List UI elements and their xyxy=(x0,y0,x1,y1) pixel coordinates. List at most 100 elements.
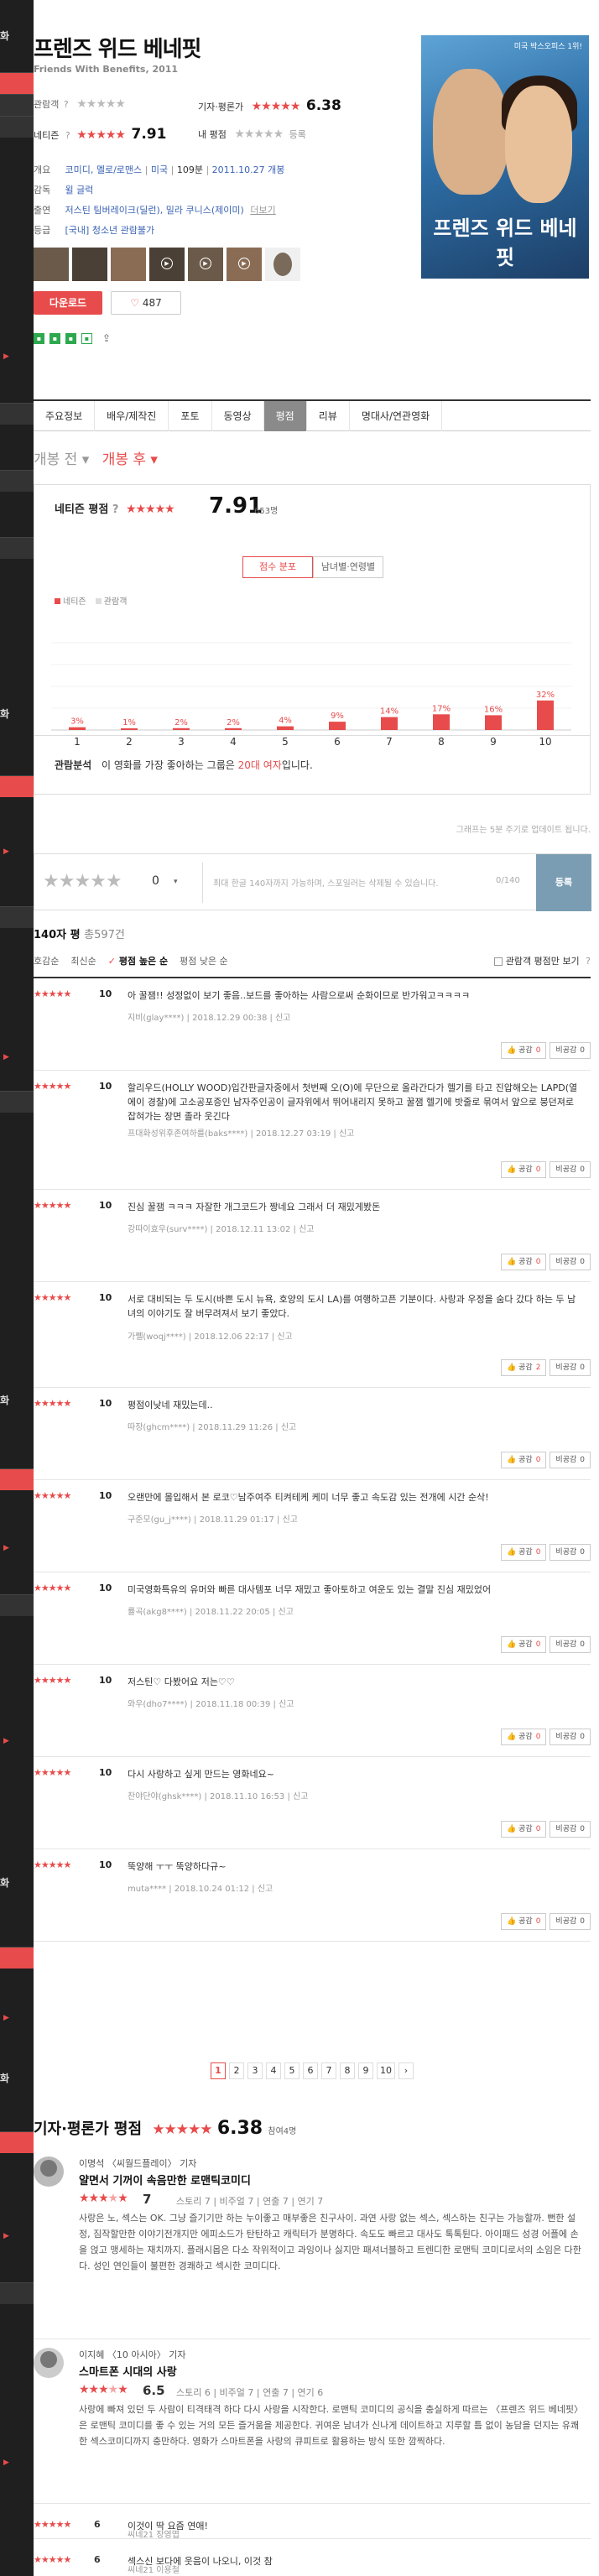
agree-button[interactable]: 👍 공감 0 xyxy=(501,1913,547,1930)
tab-main-info[interactable]: 주요정보 xyxy=(34,401,96,431)
review-meta[interactable]: 찬야단야(ghsk****) | 2018.11.10 16:53 | 신고 xyxy=(128,1789,308,1802)
chevron-right-icon[interactable]: ▶ xyxy=(3,352,12,361)
tab-photo[interactable]: 포토 xyxy=(169,401,212,431)
chevron-right-icon[interactable]: ▶ xyxy=(3,2459,12,2467)
page-10[interactable]: 10 xyxy=(377,2062,395,2079)
sidebar-chip[interactable] xyxy=(0,116,34,138)
disagree-button[interactable]: 비공감 0 xyxy=(550,1913,591,1930)
disagree-button[interactable]: 비공감 0 xyxy=(550,1821,591,1838)
agree-button[interactable]: 👍 공감 0 xyxy=(501,1729,547,1745)
review-meta[interactable]: 률곡(akg8****) | 2018.11.22 20:05 | 신고 xyxy=(128,1604,294,1617)
info-icon[interactable]: ? xyxy=(112,503,119,516)
agree-button[interactable]: 👍 공감 0 xyxy=(501,1254,547,1270)
info-icon[interactable]: ? xyxy=(65,130,70,141)
review-meta[interactable]: 와우(dho7****) | 2018.11.18 00:39 | 신고 xyxy=(128,1697,294,1709)
like-button[interactable]: ♡ 487 xyxy=(111,291,181,315)
review-meta[interactable]: 강따이효우(surv****) | 2018.12.11 13:02 | 신고 xyxy=(128,1222,315,1234)
sidebar-chip[interactable] xyxy=(0,2131,34,2153)
page-2[interactable]: 2 xyxy=(229,2062,244,2079)
video-thumbnail[interactable]: ▶ xyxy=(149,248,185,281)
tab-review[interactable]: 리뷰 xyxy=(307,401,350,431)
video-thumbnail[interactable]: ▶ xyxy=(188,248,223,281)
cast-link[interactable]: 저스틴 팀버레이크(딜런), 밀라 쿠니스(제이미) xyxy=(65,205,244,216)
share-icon[interactable]: ▪ xyxy=(65,332,76,344)
page-4[interactable]: 4 xyxy=(266,2062,281,2079)
release-date[interactable]: 2011.10.27 개봉 xyxy=(212,164,285,175)
info-icon[interactable]: ? xyxy=(586,956,591,967)
chevron-right-icon[interactable]: ▶ xyxy=(3,1544,12,1552)
disagree-button[interactable]: 비공감 0 xyxy=(550,1161,591,1178)
rating-input-stars[interactable]: ★★★★★ xyxy=(43,871,122,892)
after-release-tab[interactable]: 개봉 후 ▾ xyxy=(102,451,158,468)
photo-thumbnail[interactable] xyxy=(111,248,146,281)
register-link[interactable]: 등록 xyxy=(289,129,306,140)
page-8[interactable]: 8 xyxy=(340,2062,355,2079)
review-meta[interactable]: 지비(glay****) | 2018.12.29 00:38 | 신고 xyxy=(128,1010,290,1023)
info-icon[interactable]: ? xyxy=(64,99,69,110)
tab-ratings[interactable]: 평점 xyxy=(263,401,307,431)
sidebar-chip[interactable] xyxy=(0,2282,34,2304)
sidebar-chip[interactable] xyxy=(0,1594,34,1616)
disagree-button[interactable]: 비공감 0 xyxy=(550,1729,591,1745)
share-icon[interactable]: ▪ xyxy=(34,332,44,344)
cast-more-link[interactable]: 더보기 xyxy=(250,205,275,216)
agree-button[interactable]: 👍 공감 0 xyxy=(501,1821,547,1838)
agree-button[interactable]: 👍 공감 0 xyxy=(501,1544,547,1561)
disagree-button[interactable]: 비공감 0 xyxy=(550,1636,591,1653)
review-meta[interactable]: 구준모(gu_j****) | 2018.11.29 01:17 | 신고 xyxy=(128,1512,298,1525)
tab-quotes[interactable]: 명대사/연관영화 xyxy=(350,401,443,431)
grade-link[interactable]: [국내] 청소년 관람불가 xyxy=(65,225,155,236)
sort-like[interactable]: 호감순 xyxy=(34,954,59,967)
agree-button[interactable]: 👍 공감 0 xyxy=(501,1042,547,1059)
video-thumbnail[interactable]: ▶ xyxy=(227,248,262,281)
sidebar-chip[interactable] xyxy=(0,775,34,797)
chevron-right-icon[interactable]: ▶ xyxy=(3,2232,12,2240)
agree-button[interactable]: 👍 공감 0 xyxy=(501,1636,547,1653)
sidebar-chip[interactable] xyxy=(0,537,34,559)
review-meta[interactable]: 따장(ghcm****) | 2018.11.29 11:26 | 신고 xyxy=(128,1420,296,1432)
chevron-right-icon[interactable]: ▶ xyxy=(3,1737,12,1745)
page-7[interactable]: 7 xyxy=(321,2062,336,2079)
actor-thumbnail[interactable] xyxy=(265,248,300,281)
disagree-button[interactable]: 비공감 0 xyxy=(550,1042,591,1059)
review-meta[interactable]: 프대화성위후존여하를(baks****) | 2018.12.27 03:19 … xyxy=(128,1126,354,1139)
agree-button[interactable]: 👍 공감 2 xyxy=(501,1359,547,1376)
disagree-button[interactable]: 비공감 0 xyxy=(550,1452,591,1468)
tab-cast-crew[interactable]: 배우/제작진 xyxy=(95,401,169,431)
tab-score-distribution[interactable]: 점수 분포 xyxy=(242,556,313,578)
agree-button[interactable]: 👍 공감 0 xyxy=(501,1161,547,1178)
review-textarea[interactable]: 최대 한글 140자까지 가능하며, 스포일러는 삭제될 수 있습니다. xyxy=(202,863,513,903)
download-button[interactable]: 다운로드 xyxy=(34,291,102,315)
tab-video[interactable]: 동영상 xyxy=(212,401,264,431)
review-meta[interactable]: 가쩰(woqj****) | 2018.12.06 22:17 | 신고 xyxy=(128,1329,293,1342)
sidebar-chip[interactable] xyxy=(0,1091,34,1113)
next-page-button[interactable]: › xyxy=(398,2062,414,2079)
country-link[interactable]: 미국 xyxy=(151,164,168,175)
audience-only-filter[interactable]: 관람객 평점만 보기 ? xyxy=(493,954,591,967)
submit-button[interactable]: 등록 xyxy=(536,854,591,911)
sidebar-chip[interactable] xyxy=(0,94,34,116)
agree-button[interactable]: 👍 공감 0 xyxy=(501,1452,547,1468)
sidebar-chip[interactable] xyxy=(0,906,34,928)
disagree-button[interactable]: 비공감 0 xyxy=(550,1359,591,1376)
sort-high[interactable]: ✓ 평점 높은 순 xyxy=(108,954,168,967)
chevron-right-icon[interactable]: ▶ xyxy=(3,847,12,856)
tab-gender-age[interactable]: 남녀별·연령별 xyxy=(313,556,383,578)
sidebar-chip[interactable] xyxy=(0,72,34,94)
share-icon[interactable]: ▪ xyxy=(81,332,92,344)
review-meta[interactable]: muta**** | 2018.10.24 01:12 | 신고 xyxy=(128,1881,273,1894)
sidebar-chip[interactable] xyxy=(0,470,34,492)
chevron-right-icon[interactable]: ▶ xyxy=(3,2014,12,2022)
share-arrow-icon[interactable]: ⇪ xyxy=(102,332,111,344)
sidebar-chip[interactable] xyxy=(0,403,34,425)
share-icon[interactable]: ▪ xyxy=(49,332,60,344)
chevron-down-icon[interactable]: ▾ xyxy=(174,878,178,886)
genre-link[interactable]: 코미디, 멜로/로맨스 xyxy=(65,164,143,175)
before-release-tab[interactable]: 개봉 전 xyxy=(34,451,77,468)
sort-latest[interactable]: 최신순 xyxy=(70,954,96,967)
sidebar-chip[interactable] xyxy=(0,1947,34,1969)
checkbox[interactable] xyxy=(493,957,503,966)
page-3[interactable]: 3 xyxy=(247,2062,263,2079)
photo-thumbnail[interactable] xyxy=(72,248,107,281)
photo-thumbnail[interactable] xyxy=(34,248,69,281)
